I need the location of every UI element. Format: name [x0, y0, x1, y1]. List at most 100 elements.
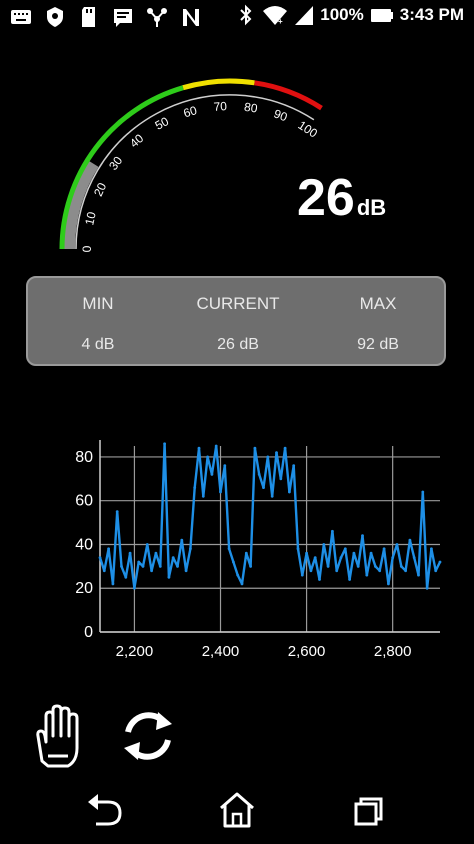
- gauge-tick-label: 50: [153, 114, 172, 133]
- controls-row: [36, 704, 172, 768]
- stat-max: MAX 92 dB: [308, 278, 448, 354]
- chart-data-point: [288, 490, 291, 494]
- chart-y-tick-label: 40: [75, 536, 93, 553]
- chart-data-point: [292, 464, 296, 468]
- chart-y-tick-label: 60: [75, 493, 93, 510]
- chart-data-point: [365, 573, 369, 577]
- stat-max-value: 92 dB: [357, 336, 399, 353]
- stats-panel: MIN 4 dB CURRENT 26 dB MAX 92 dB: [26, 276, 446, 366]
- gauge-tick-label: 20: [91, 180, 109, 198]
- n-icon: [180, 6, 202, 28]
- shield-icon: [44, 6, 66, 28]
- chart-data-point: [305, 551, 308, 555]
- chart-data-point: [236, 573, 240, 577]
- clock: 3:43 PM: [399, 5, 464, 24]
- chart-data-point: [318, 578, 321, 581]
- home-icon[interactable]: [220, 792, 254, 828]
- chart-data-point: [339, 556, 343, 559]
- chart-x-tick-label: 2,600: [288, 643, 326, 660]
- gauge-zone-mid: [182, 78, 255, 91]
- chart-data-point: [193, 486, 197, 489]
- chart-data-point: [326, 565, 330, 568]
- gauge-tick-label: 80: [243, 100, 259, 116]
- chart-data-point: [352, 551, 356, 555]
- chart-data-point: [374, 565, 377, 568]
- chart-data-point: [227, 547, 231, 551]
- chart-data-point: [137, 560, 141, 564]
- chart-data-point: [107, 547, 110, 551]
- chart-data-point: [421, 490, 425, 494]
- chart-series-line: [98, 442, 442, 590]
- cell-signal-icon: [294, 4, 314, 26]
- chart-data-point: [300, 573, 304, 577]
- chart-data-point: [257, 473, 261, 476]
- reading-unit: dB: [356, 195, 387, 220]
- chart-data-point: [214, 444, 218, 448]
- chart-data-point: [313, 556, 317, 559]
- chart-data-point: [356, 565, 360, 568]
- chart-data-point: [206, 455, 210, 459]
- chart-data-point: [309, 569, 313, 573]
- chart-data-point: [417, 573, 420, 577]
- chart-data-point: [283, 446, 287, 450]
- hand-icon[interactable]: [36, 704, 79, 768]
- message-icon: [112, 6, 134, 28]
- chart-data-point: [249, 565, 253, 568]
- sound-level-gauge: 0 10 20 3040 50 60 70 80 90 100: [59, 78, 323, 252]
- chart-data-point: [176, 565, 179, 568]
- chart-data-point: [343, 547, 347, 551]
- recents-icon[interactable]: [354, 797, 383, 826]
- battery-percent: 100%: [320, 5, 364, 24]
- chart-data-point: [167, 575, 171, 579]
- chart-data-point: [201, 494, 205, 498]
- chart-data-point: [438, 560, 442, 564]
- chart-data-point: [335, 569, 339, 573]
- gauge-tick-label: 0: [80, 245, 94, 252]
- gauge-tick-label: 100: [296, 118, 321, 141]
- system-status: + 100% 3:43 PM: [236, 4, 464, 26]
- chart-y-tick-label: 0: [84, 624, 93, 641]
- chart-data-point: [102, 569, 106, 573]
- chart-data-point: [382, 547, 386, 551]
- gauge-zone-high: [254, 80, 323, 111]
- chart-data-point: [145, 543, 149, 546]
- gauge-tick-label: 60: [182, 103, 199, 120]
- chart-data-point: [279, 477, 283, 481]
- chart-data-point: [270, 494, 274, 498]
- chart-data-point: [197, 446, 201, 450]
- chart-data-point: [430, 547, 433, 551]
- chart-data-point: [275, 451, 278, 454]
- bluetooth-icon: [236, 4, 256, 26]
- chart-data-point: [412, 556, 416, 559]
- chart-data-point: [115, 510, 119, 513]
- notification-icons: [10, 6, 202, 28]
- stat-min-label: MIN: [82, 294, 114, 313]
- chart-data-point: [395, 543, 399, 546]
- chart-x-tick-label: 2,800: [374, 643, 412, 660]
- stat-min-value: 4 dB: [81, 336, 115, 353]
- refresh-icon[interactable]: [124, 712, 172, 760]
- keyboard-icon: [10, 6, 32, 28]
- chart-data-point: [150, 569, 153, 573]
- chart-data-point: [369, 551, 373, 555]
- chart-data-point: [133, 586, 136, 590]
- chart-data-point: [296, 547, 300, 551]
- gauge-tick-label: 90: [272, 107, 290, 125]
- chart-data-point: [120, 565, 123, 568]
- chart-data-point: [244, 551, 248, 555]
- chart-data-point: [223, 464, 227, 468]
- chart-data-point: [158, 565, 162, 568]
- chart-data-point: [378, 569, 382, 573]
- stat-min: MIN 4 dB: [28, 278, 168, 354]
- chart-y-tick-label: 80: [75, 449, 93, 466]
- battery-icon: [370, 4, 394, 26]
- chart-data-point: [171, 556, 175, 559]
- chart-y-tick-label: 20: [75, 580, 93, 597]
- chart-data-point: [331, 529, 334, 533]
- chart-data-point: [128, 551, 132, 555]
- chart-data-point: [404, 569, 407, 573]
- chart-data-point: [322, 543, 326, 546]
- chart-data-point: [361, 534, 364, 538]
- chart-x-tick-label: 2,400: [202, 643, 240, 660]
- back-icon[interactable]: [88, 794, 122, 826]
